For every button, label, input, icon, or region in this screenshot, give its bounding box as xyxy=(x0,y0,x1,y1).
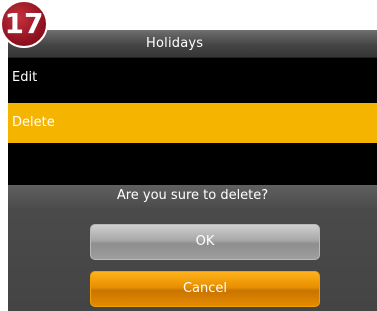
menu-item-edit[interactable]: Edit xyxy=(8,58,377,98)
step-number-badge: 17 xyxy=(0,0,48,48)
cancel-button[interactable]: Cancel xyxy=(90,271,320,307)
window-title: Holidays xyxy=(146,36,204,51)
confirm-dialog: Are you sure to delete? OK Cancel xyxy=(8,185,377,311)
ok-button[interactable]: OK xyxy=(90,224,320,260)
device-screen: Holidays Edit Delete Are you sure to del… xyxy=(8,30,377,311)
menu-empty-area xyxy=(8,143,377,185)
title-bar: Holidays xyxy=(8,30,377,58)
menu-item-delete[interactable]: Delete xyxy=(8,103,377,143)
dialog-message: Are you sure to delete? xyxy=(116,188,269,203)
